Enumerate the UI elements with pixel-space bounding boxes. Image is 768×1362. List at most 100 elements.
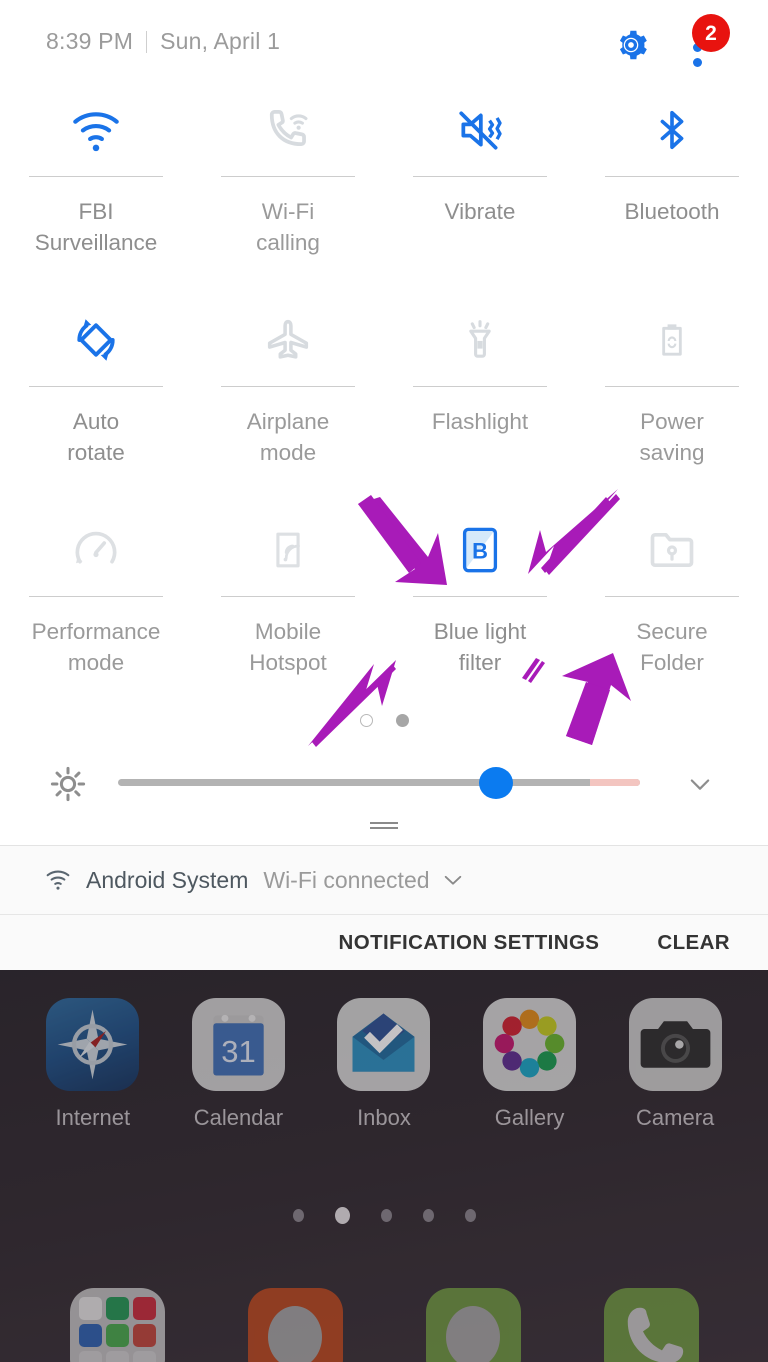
tile-label-line2: filter: [458, 650, 502, 675]
power-saving-icon-svg: [662, 324, 682, 356]
app-camera[interactable]: Camera: [616, 998, 734, 1131]
home-page-indicator[interactable]: [0, 1207, 768, 1224]
tile-label-line1: Power: [640, 409, 704, 434]
brightness-icon: [50, 766, 86, 802]
brightness-slider-row: [0, 760, 768, 806]
tile-divider: [413, 386, 547, 387]
notification-settings-button[interactable]: NOTIFICATION SETTINGS: [339, 931, 600, 955]
folder-icon-grid: [78, 1297, 156, 1362]
tile-label: Vibrate: [390, 196, 570, 227]
panel-drag-handle[interactable]: [0, 822, 768, 829]
secure-folder-icon: [646, 510, 698, 590]
wifi-icon: [68, 90, 124, 170]
tile-fbi-surveillance[interactable]: FBI Surveillance: [0, 88, 192, 298]
gallery-icon: [483, 998, 577, 1091]
page-dot-active[interactable]: [334, 1207, 350, 1224]
messages-icon[interactable]: [425, 1288, 521, 1362]
tile-label-line2: rotate: [67, 440, 125, 465]
notification-item-android-system[interactable]: Android System Wi-Fi connected: [0, 846, 768, 914]
bluetooth-icon-svg: [660, 110, 684, 150]
brightness-slider-thumb[interactable]: [479, 767, 513, 799]
calendar-icon-svg: 31: [213, 1014, 264, 1076]
tile-label: FBI Surveillance: [6, 196, 186, 258]
page-dot[interactable]: [292, 1209, 304, 1222]
tile-divider: [29, 386, 163, 387]
app-folder-icon[interactable]: [69, 1288, 165, 1362]
tile-label-line1: Airplane: [246, 409, 330, 434]
gear-icon[interactable]: [612, 26, 650, 64]
brightness-slider-track[interactable]: [118, 779, 640, 786]
tile-label: Blue light filter: [390, 616, 570, 678]
tile-label-line1: Secure: [636, 619, 708, 644]
status-time: 8:39 PM: [46, 28, 134, 54]
app-calendar[interactable]: 31 Calendar: [179, 998, 297, 1131]
gallery-icon-svg: [494, 1009, 565, 1078]
app-label: Camera: [636, 1105, 715, 1130]
status-bar: 8:39 PM Sun, April 1 2: [0, 0, 768, 90]
auto-rotate-icon-svg: [77, 319, 115, 361]
tile-label-line1: FBI: [78, 199, 114, 224]
status-datetime: 8:39 PM Sun, April 1: [46, 28, 280, 55]
chevron-down-icon[interactable]: [442, 872, 464, 888]
quick-settings-panel: 8:39 PM Sun, April 1 2 FBI Surveillance …: [0, 0, 768, 845]
tile-bluetooth[interactable]: Bluetooth: [576, 88, 768, 298]
contacts-icon[interactable]: [247, 1288, 343, 1362]
mobile-hotspot-icon-svg: [276, 532, 300, 568]
page-dot-active[interactable]: [359, 714, 373, 727]
quick-settings-page-indicator[interactable]: [0, 714, 768, 727]
tile-mobile-hotspot[interactable]: Mobile Hotspot: [192, 508, 384, 718]
tile-divider: [605, 386, 739, 387]
calendar-icon: 31: [191, 998, 285, 1091]
tile-divider: [413, 176, 547, 177]
page-dot[interactable]: [380, 1209, 392, 1222]
tile-label-line1: Mobile: [254, 619, 322, 644]
airplane-icon: [260, 300, 316, 380]
tile-wifi-calling[interactable]: Wi-Fi calling: [192, 88, 384, 298]
folder-mini-icon: [105, 1351, 129, 1362]
app-label: Internet: [55, 1105, 131, 1130]
compass-icon-svg: [57, 1009, 128, 1080]
phone-icon[interactable]: [603, 1288, 699, 1362]
chevron-down-icon[interactable]: [683, 770, 717, 798]
tile-secure-folder[interactable]: Secure Folder: [576, 508, 768, 718]
tile-label-line1: Performance: [31, 619, 161, 644]
tile-power-saving[interactable]: Power saving: [576, 298, 768, 508]
page-dot[interactable]: [464, 1209, 476, 1222]
tile-divider: [221, 176, 355, 177]
tile-vibrate[interactable]: Vibrate: [384, 88, 576, 298]
tile-label-line1: Wi-Fi: [261, 199, 315, 224]
phone-icon-svg: [627, 1307, 683, 1362]
folder-mini-icon: [105, 1297, 129, 1320]
clear-button[interactable]: CLEAR: [657, 931, 730, 955]
tile-airplane-mode[interactable]: Airplane mode: [192, 298, 384, 508]
tile-auto-rotate[interactable]: Auto rotate: [0, 298, 192, 508]
page-dot[interactable]: [422, 1209, 434, 1222]
tile-label-line1: Blue light: [433, 619, 527, 644]
tile-divider: [29, 176, 163, 177]
tile-label: Bluetooth: [582, 196, 762, 227]
phone-screenshot: 8:39 PM Sun, April 1 2 FBI Surveillance …: [0, 0, 768, 1362]
tile-performance-mode[interactable]: Performance mode: [0, 508, 192, 718]
svg-text:B: B: [472, 538, 488, 563]
app-internet[interactable]: Internet: [34, 998, 152, 1131]
page-dot[interactable]: [395, 714, 409, 727]
app-gallery[interactable]: Gallery: [471, 998, 589, 1131]
tile-label: Performance mode: [6, 616, 186, 678]
quick-settings-tile-grid: FBI Surveillance Wi-Fi calling Vibrate B…: [0, 88, 768, 718]
blue-light-filter-icon: B: [459, 510, 501, 590]
svg-text:31: 31: [221, 1034, 255, 1069]
tile-divider: [29, 596, 163, 597]
camera-icon: [628, 998, 722, 1091]
vibrate-icon-svg: [459, 111, 502, 150]
contact-avatar-glyph: [268, 1306, 322, 1362]
tile-divider: [605, 596, 739, 597]
airplane-icon-svg: [267, 319, 309, 359]
tile-blue-light-filter[interactable]: B Blue light filter: [384, 508, 576, 718]
vibrate-icon: [453, 90, 507, 170]
power-saving-icon: [652, 300, 692, 380]
wifi-icon: [44, 868, 72, 892]
app-inbox[interactable]: Inbox: [325, 998, 443, 1131]
tile-flashlight[interactable]: Flashlight: [384, 298, 576, 508]
blue-light-filter-icon-svg: B: [462, 527, 498, 573]
gear-icon-svg: [619, 30, 647, 60]
